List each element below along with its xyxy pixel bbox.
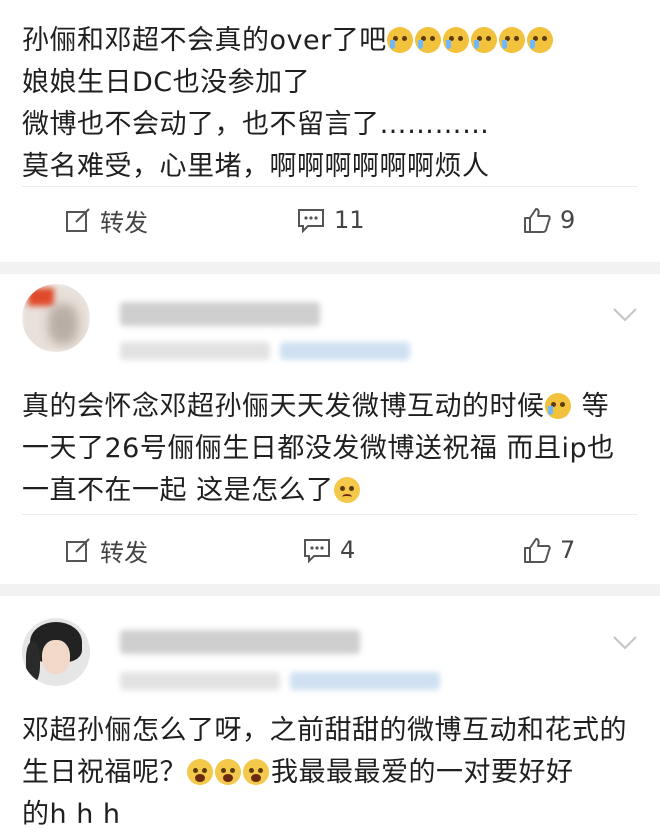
meta-blurred xyxy=(120,342,270,360)
comment-icon xyxy=(298,209,324,234)
comment-count: 11 xyxy=(334,206,365,234)
comment-icon xyxy=(304,539,330,564)
post-2: 真的会怀念邓超孙俪天天发微博互动的时候 等一天了26号俪俪生日都没发微博送祝福 … xyxy=(0,274,660,584)
source-blurred xyxy=(280,342,410,360)
screaming-emoji-icon xyxy=(215,759,241,785)
post-1: 孙俪和邓超不会真的over了吧 娘娘生日DC也没参加了 微博也不会动了，也不留言… xyxy=(0,0,660,262)
thumbs-up-icon xyxy=(524,538,551,563)
post-separator xyxy=(0,584,660,596)
comment-count: 4 xyxy=(340,536,356,564)
post-1-text: 孙俪和邓超不会真的over了吧 娘娘生日DC也没参加了 微博也不会动了，也不留言… xyxy=(22,20,630,188)
post-2-text-part-1: 真的会怀念邓超孙俪天天发微博互动的时候 xyxy=(22,391,545,422)
avatar[interactable] xyxy=(22,618,90,686)
post-2-text: 真的会怀念邓超孙俪天天发微博互动的时候 等一天了26号俪俪生日都没发微博送祝福 … xyxy=(22,386,630,512)
post-separator xyxy=(0,262,660,274)
like-button[interactable]: 9 xyxy=(522,190,575,250)
crying-emoji-row xyxy=(386,25,555,56)
post-3: 邓超孙俪怎么了呀，之前甜甜的微博互动和花式的生日祝福呢？ 我最最最爱的一对要好好的… xyxy=(0,596,660,830)
meta-blurred xyxy=(120,672,280,690)
crying-emoji-icon xyxy=(470,27,497,53)
edit-share-icon xyxy=(66,538,90,562)
repost-button[interactable]: 转发 xyxy=(64,520,148,580)
repost-label: 转发 xyxy=(100,208,148,237)
screaming-emoji-icon xyxy=(187,759,213,785)
crying-emoji-icon xyxy=(442,27,469,53)
divider xyxy=(22,514,638,515)
like-count: 7 xyxy=(560,536,576,564)
sad-face-emoji-icon xyxy=(333,477,360,503)
post-3-text: 邓超孙俪怎么了呀，之前甜甜的微博互动和花式的生日祝福呢？ 我最最最爱的一对要好好的… xyxy=(22,710,630,836)
avatar[interactable] xyxy=(22,284,90,352)
comment-button[interactable]: 4 xyxy=(302,520,355,580)
crying-emoji-icon xyxy=(526,27,553,53)
repost-button[interactable]: 转发 xyxy=(64,190,148,250)
crying-emoji-icon xyxy=(386,27,413,53)
username-blurred[interactable] xyxy=(120,630,360,654)
post-3-text-part-3: 的h h h xyxy=(22,799,121,830)
post-1-line-3: 微博也不会动了，也不留言了………… xyxy=(22,109,490,140)
edit-share-icon xyxy=(66,208,90,232)
chevron-down-icon[interactable] xyxy=(612,306,638,324)
like-button[interactable]: 7 xyxy=(522,520,575,580)
chevron-down-icon[interactable] xyxy=(612,634,638,652)
thumbs-up-icon xyxy=(524,208,551,233)
repost-label: 转发 xyxy=(100,538,148,567)
post-1-line-1: 孙俪和邓超不会真的over了吧 xyxy=(22,25,387,56)
crying-emoji-icon xyxy=(414,27,441,53)
username-blurred[interactable] xyxy=(120,302,320,326)
post-3-text-part-2: 我最最最爱的一对要好好 xyxy=(271,757,574,788)
comment-button[interactable]: 11 xyxy=(296,190,365,250)
crying-emoji-icon xyxy=(498,27,525,53)
post-1-actions: 转发 11 9 xyxy=(0,190,660,250)
post-1-line-4: 莫名难受，心里堵，啊啊啊啊啊啊烦人 xyxy=(22,151,490,182)
screaming-emoji-icon xyxy=(243,759,269,785)
post-1-line-2: 娘娘生日DC也没参加了 xyxy=(22,67,311,98)
like-count: 9 xyxy=(560,206,576,234)
crying-emoji-icon xyxy=(544,393,571,419)
source-blurred xyxy=(290,672,440,690)
post-2-actions: 转发 4 7 xyxy=(0,520,660,580)
divider xyxy=(22,186,638,187)
